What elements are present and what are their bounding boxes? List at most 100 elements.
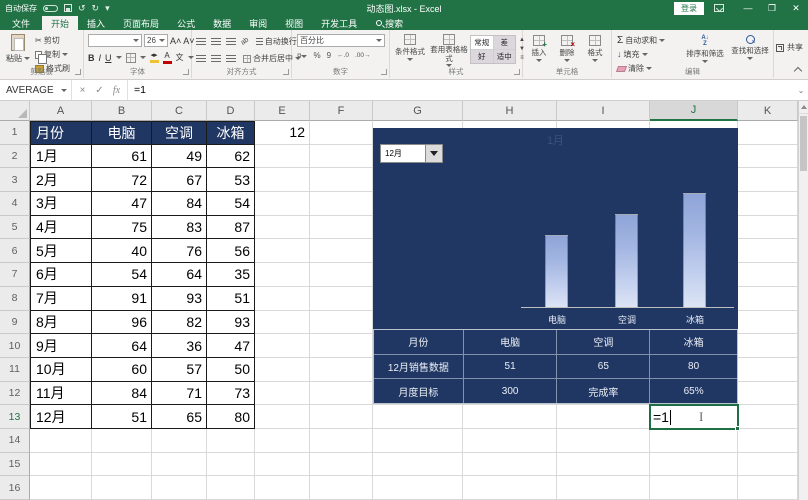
conditional-formatting-button[interactable]: 条件格式 xyxy=(392,34,428,61)
format-as-table-button[interactable]: 套用表格格式 xyxy=(430,34,468,68)
cell-C10[interactable]: 36 xyxy=(152,334,207,358)
month-dropdown-button[interactable] xyxy=(426,144,443,163)
cell-D14[interactable] xyxy=(207,428,255,453)
cell-I15[interactable] xyxy=(557,452,650,477)
column-header-C[interactable]: C xyxy=(152,101,207,121)
cell-C3[interactable]: 67 xyxy=(152,168,207,193)
cell-C6[interactable]: 76 xyxy=(152,239,207,264)
cell-D2[interactable]: 62 xyxy=(207,144,255,169)
underline-icon[interactable]: U xyxy=(105,53,112,63)
cell-G13[interactable] xyxy=(373,405,463,429)
cell-A11[interactable]: 10月 xyxy=(30,357,92,382)
cell-C15[interactable] xyxy=(152,452,207,477)
cell-B16[interactable] xyxy=(92,476,152,500)
align-top-icon[interactable] xyxy=(196,37,206,46)
row-header-11[interactable]: 11 xyxy=(0,357,30,382)
close-button[interactable]: ✕ xyxy=(784,3,808,14)
cell-E5[interactable] xyxy=(255,215,310,240)
cell-E2[interactable] xyxy=(255,144,310,169)
row-header-12[interactable]: 12 xyxy=(0,381,30,406)
decrease-decimal-icon[interactable]: .00→ xyxy=(355,52,371,59)
cell-H16[interactable] xyxy=(463,476,557,500)
column-header-K[interactable]: K xyxy=(738,101,798,121)
scroll-up-icon[interactable] xyxy=(799,101,808,114)
format-cells-button[interactable]: 格式 xyxy=(583,35,607,62)
clipboard-dialog-launcher[interactable] xyxy=(75,69,81,75)
underline-dropdown-icon[interactable] xyxy=(115,56,122,59)
tab-页面布局[interactable]: 页面布局 xyxy=(114,16,168,30)
delete-cells-button[interactable]: × 删除 xyxy=(555,35,579,62)
cell-A2[interactable]: 1月 xyxy=(30,144,92,169)
row-header-2[interactable]: 2 xyxy=(0,144,30,169)
cell-B10[interactable]: 64 xyxy=(92,334,152,358)
redo-icon[interactable]: ↻ xyxy=(92,3,100,13)
column-header-G[interactable]: G xyxy=(373,101,463,121)
bar-空调[interactable] xyxy=(615,214,638,308)
fill-handle[interactable] xyxy=(735,426,740,431)
qat-customize-icon[interactable]: ▾ xyxy=(105,3,110,13)
cell-D12[interactable]: 73 xyxy=(207,381,255,406)
tab-视图[interactable]: 视图 xyxy=(276,16,312,30)
column-header-B[interactable]: B xyxy=(92,101,152,121)
cell-B7[interactable]: 54 xyxy=(92,263,152,287)
cell-D8[interactable]: 51 xyxy=(207,286,255,311)
cell-D15[interactable] xyxy=(207,452,255,477)
fill-color-icon[interactable]: ◂▸ xyxy=(149,52,159,63)
cell-C7[interactable]: 64 xyxy=(152,263,207,287)
cell-H15[interactable] xyxy=(463,452,557,477)
cell-C12[interactable]: 71 xyxy=(152,381,207,406)
cell-D13[interactable]: 80 xyxy=(207,405,255,429)
select-all-corner[interactable] xyxy=(0,101,30,121)
confirm-entry-icon[interactable]: ✓ xyxy=(91,85,108,96)
cell-F8[interactable] xyxy=(310,286,373,311)
cell-F9[interactable] xyxy=(310,310,373,335)
row-header-8[interactable]: 8 xyxy=(0,286,30,311)
cell-K13[interactable] xyxy=(738,405,798,429)
font-size-combo[interactable]: 26 xyxy=(144,34,168,47)
month-dropdown[interactable]: 12月 xyxy=(380,144,443,163)
share-button[interactable]: 共享 xyxy=(776,42,803,53)
cell-D9[interactable]: 93 xyxy=(207,310,255,335)
cell-F16[interactable] xyxy=(310,476,373,500)
font-name-combo[interactable] xyxy=(88,34,142,47)
cell-C9[interactable]: 82 xyxy=(152,310,207,335)
cell-D6[interactable]: 56 xyxy=(207,239,255,264)
dynamic-chart[interactable]: 1月 12月 月份 电脑 空调 冰箱 12月销售数据 51 65 80 月度目标 300 完成率 65… xyxy=(373,128,738,404)
cell-B13[interactable]: 51 xyxy=(92,405,152,429)
row-header-4[interactable]: 4 xyxy=(0,192,30,216)
cell-A16[interactable] xyxy=(30,476,92,500)
cell-B12[interactable]: 84 xyxy=(92,381,152,406)
cell-C11[interactable]: 57 xyxy=(152,357,207,382)
cell-E4[interactable] xyxy=(255,192,310,216)
cell-K6[interactable] xyxy=(738,239,798,264)
cell-D10[interactable]: 47 xyxy=(207,334,255,358)
cell-I14[interactable] xyxy=(557,428,650,453)
cell-E9[interactable] xyxy=(255,310,310,335)
cell-D7[interactable]: 35 xyxy=(207,263,255,287)
row-header-9[interactable]: 9 xyxy=(0,310,30,335)
cell-K15[interactable] xyxy=(738,452,798,477)
cut-button[interactable]: ✂ 剪切 xyxy=(33,34,72,47)
number-dialog-launcher[interactable] xyxy=(381,69,387,75)
sort-filter-button[interactable]: A↓ Z 排序和筛选 xyxy=(684,35,726,63)
comma-style-icon[interactable]: 9 xyxy=(327,51,331,60)
maximize-button[interactable]: ❐ xyxy=(760,3,784,14)
undo-icon[interactable]: ↺ xyxy=(78,3,86,13)
column-header-A[interactable]: A xyxy=(30,101,92,121)
cell-H13[interactable] xyxy=(463,405,557,429)
cell-A4[interactable]: 3月 xyxy=(30,192,92,216)
scrollbar-thumb[interactable] xyxy=(800,116,807,171)
cell-E8[interactable] xyxy=(255,286,310,311)
increase-font-icon[interactable]: A˄ xyxy=(170,36,181,46)
column-header-F[interactable]: F xyxy=(310,101,373,121)
tab-插入[interactable]: 插入 xyxy=(78,16,114,30)
cell-F13[interactable] xyxy=(310,405,373,429)
cell-B15[interactable] xyxy=(92,452,152,477)
borders-icon[interactable] xyxy=(125,52,136,63)
cell-F11[interactable] xyxy=(310,357,373,382)
row-header-13[interactable]: 13 xyxy=(0,405,30,429)
cell-B6[interactable]: 40 xyxy=(92,239,152,264)
tab-开发工具[interactable]: 开发工具 xyxy=(312,16,366,30)
cell-F2[interactable] xyxy=(310,144,373,169)
cell-F5[interactable] xyxy=(310,215,373,240)
